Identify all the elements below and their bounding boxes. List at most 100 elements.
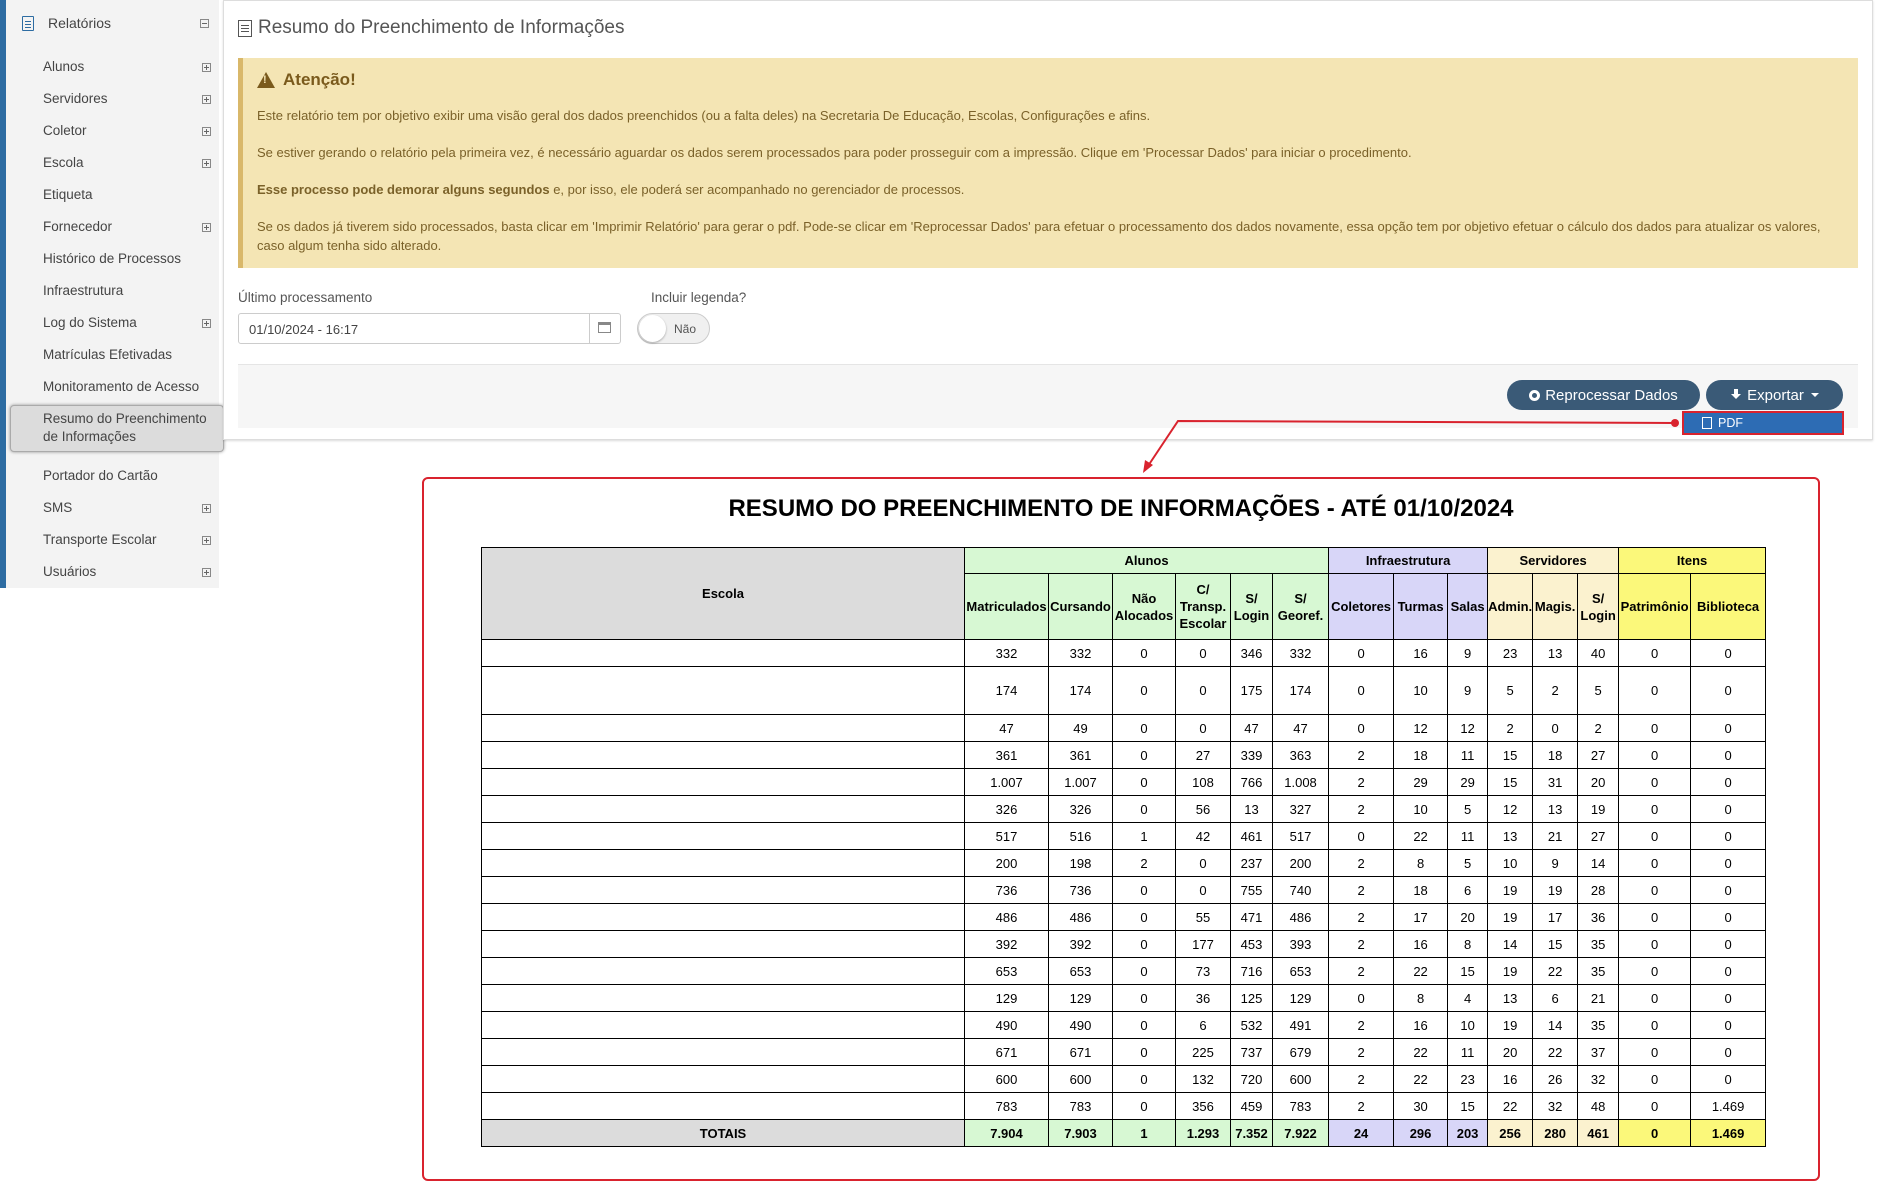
table-cell: 2 [1328,1092,1395,1120]
table-cell: 783 [964,1092,1049,1120]
table-cell: 2 [1328,1011,1395,1039]
table-cell: 9 [1532,849,1579,877]
table-cell: 736 [1048,876,1113,904]
totals-cell: 1.469 [1690,1119,1767,1147]
escola-header: Escola [481,547,965,640]
table-cell: 0 [1175,666,1231,715]
sidebar-item-4[interactable]: Escola [43,154,219,172]
sidebar-item-label: Servidores [43,91,108,106]
table-cell: 13 [1487,822,1534,850]
totals-cell: 296 [1393,1119,1449,1147]
sidebar-item-5[interactable]: Etiqueta [43,186,219,204]
table-cell: 32 [1532,1092,1579,1120]
table-cell: 37 [1577,1038,1620,1066]
table-cell: 48 [1577,1092,1620,1120]
group-servidores: Servidores [1487,547,1620,574]
table-cell: 0 [1112,957,1176,985]
collapse-icon[interactable] [200,19,209,28]
table-cell: 36 [1175,984,1231,1012]
table-cell: 0 [1112,930,1176,958]
column-header: Magis. [1532,573,1579,640]
table-cell: 0 [1618,849,1692,877]
table-cell: 0 [1690,1065,1767,1093]
column-header: C/ Transp. Escolar [1175,573,1231,640]
sidebar-item-3[interactable]: Coletor [43,122,219,140]
sidebar-item-11[interactable]: Monitoramento de Acesso [43,378,219,396]
expand-icon[interactable] [202,95,211,104]
export-button[interactable]: Exportar [1706,380,1843,410]
table-cell: 0 [1112,1011,1176,1039]
table-cell: 11 [1447,1038,1489,1066]
table-cell: 29 [1447,768,1489,796]
escola-cell [481,1092,965,1120]
table-row: 326 326 0 56 13 327 2 10 5 12 13 19 0 0 [481,795,1767,823]
last-processing-value: 01/10/2024 - 16:17 [249,322,359,337]
sidebar-item-label: Monitoramento de Acesso [43,379,200,394]
table-cell: 2 [1112,849,1176,877]
expand-icon[interactable] [202,504,211,513]
table-cell: 13 [1230,795,1273,823]
include-legend-toggle[interactable]: Não [637,313,710,344]
alert-paragraph-2: Se estiver gerando o relatório pela prim… [257,145,1412,160]
table-cell: 600 [1271,1065,1330,1093]
table-cell: 766 [1230,768,1273,796]
table-cell: 129 [964,984,1049,1012]
last-processing-input[interactable]: 01/10/2024 - 16:17 [238,313,621,344]
table-cell: 22 [1487,1092,1534,1120]
table-cell: 0 [1175,639,1231,667]
sidebar-item-label: Infraestrutura [43,283,124,298]
table-cell: 49 [1048,714,1113,742]
expand-icon[interactable] [202,159,211,168]
column-header: Matriculados [964,573,1049,640]
sidebar-item-13[interactable]: Portador do Cartão [43,467,219,485]
table-cell: 346 [1230,639,1273,667]
table-cell: 516 [1048,822,1113,850]
table-cell: 237 [1230,849,1273,877]
sidebar-item-10[interactable]: Matrículas Efetivadas [43,346,219,364]
reprocess-data-button[interactable]: Reprocessar Dados [1507,380,1700,410]
table-cell: 2 [1577,714,1620,742]
sidebar-item-8[interactable]: Infraestrutura [43,282,219,300]
alert-paragraph-1: Este relatório tem por objetivo exibir u… [257,108,1151,123]
sidebar-item-7[interactable]: Histórico de Processos [43,250,219,268]
export-pdf-menu-item[interactable]: PDF [1682,411,1844,435]
sidebar-item-2[interactable]: Servidores [43,90,219,108]
expand-icon[interactable] [202,63,211,72]
table-cell: 125 [1230,984,1273,1012]
expand-icon[interactable] [202,223,211,232]
column-header: S/ Georef. [1271,573,1330,640]
table-cell: 27 [1577,822,1620,850]
table-cell: 0 [1112,768,1176,796]
table-cell: 0 [1328,714,1395,742]
table-cell: 23 [1487,639,1534,667]
table-cell: 0 [1175,876,1231,904]
table-cell: 10 [1447,1011,1489,1039]
table-row: 174 174 0 0 175 174 0 10 9 5 2 5 0 0 [481,666,1767,715]
sidebar-item-label: Fornecedor [43,219,113,234]
sidebar-item-9[interactable]: Log do Sistema [43,314,219,332]
expand-icon[interactable] [202,319,211,328]
table-cell: 679 [1271,1038,1330,1066]
download-icon [1730,389,1742,401]
sidebar-item-15[interactable]: Transporte Escolar [43,531,219,549]
sidebar-item-6[interactable]: Fornecedor [43,218,219,236]
column-header: S/ Login [1230,573,1273,640]
expand-icon[interactable] [202,568,211,577]
last-processing-label: Último processamento [238,290,373,305]
escola-cell [481,666,965,715]
sidebar-item-16[interactable]: Usuários [43,563,219,581]
calendar-icon[interactable] [589,314,620,343]
escola-cell [481,741,965,769]
table-cell: 11 [1447,822,1489,850]
sidebar-item-12[interactable]: Resumo do Preenchimento de Informações [43,410,219,446]
group-itens: Itens [1618,547,1767,574]
table-cell: 0 [1112,714,1176,742]
table-cell: 14 [1577,849,1620,877]
sidebar-item-14[interactable]: SMS [43,499,219,517]
expand-icon[interactable] [202,127,211,136]
sidebar-header-relatorios[interactable]: Relatórios [12,10,217,36]
expand-icon[interactable] [202,536,211,545]
sidebar-item-1[interactable]: Alunos [43,58,219,76]
table-cell: 36 [1577,903,1620,931]
table-cell: 671 [1048,1038,1113,1066]
